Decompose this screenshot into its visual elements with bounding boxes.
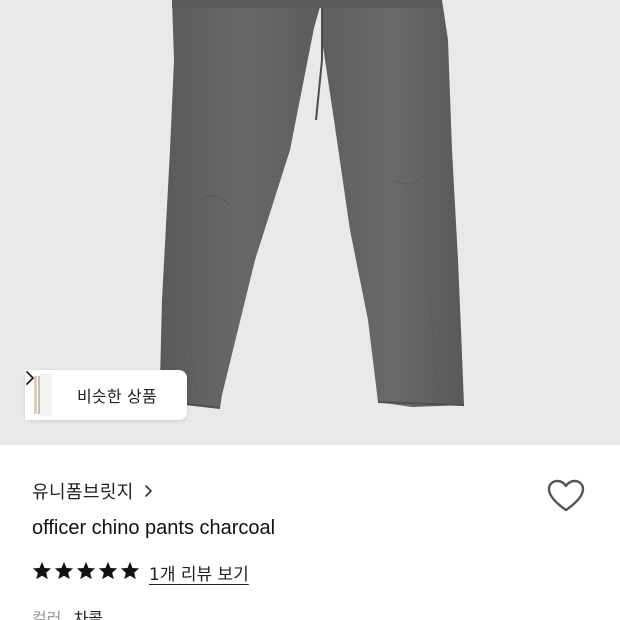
rating-stars <box>32 561 140 584</box>
rating-row: 1개 리뷰 보기 <box>32 560 249 585</box>
chevron-right-icon <box>144 484 153 498</box>
star-icon <box>76 561 96 584</box>
star-icon <box>54 561 74 584</box>
brand-name: 유니폼브릿지 <box>32 482 134 503</box>
color-option-label: 컬러 <box>32 609 62 620</box>
product-detail-page: 비슷한 상품 유니폼브릿지 officer chino pants charco… <box>0 0 620 620</box>
star-icon <box>120 561 140 584</box>
similar-products-button[interactable]: 비슷한 상품 <box>25 370 187 420</box>
review-link[interactable]: 1개 리뷰 보기 <box>149 560 249 585</box>
product-title: officer chino pants charcoal <box>32 517 276 539</box>
star-icon <box>98 561 118 584</box>
product-image[interactable]: 비슷한 상품 <box>0 0 620 445</box>
similar-products-label: 비슷한 상품 <box>77 387 157 406</box>
heart-outline-icon <box>547 479 585 512</box>
color-option-value: 차콜 <box>73 609 103 620</box>
star-icon <box>32 561 52 584</box>
brand-link[interactable]: 유니폼브릿지 <box>32 478 153 504</box>
color-option-row: 컬러 차콜 <box>32 605 103 620</box>
like-button[interactable] <box>546 476 586 516</box>
